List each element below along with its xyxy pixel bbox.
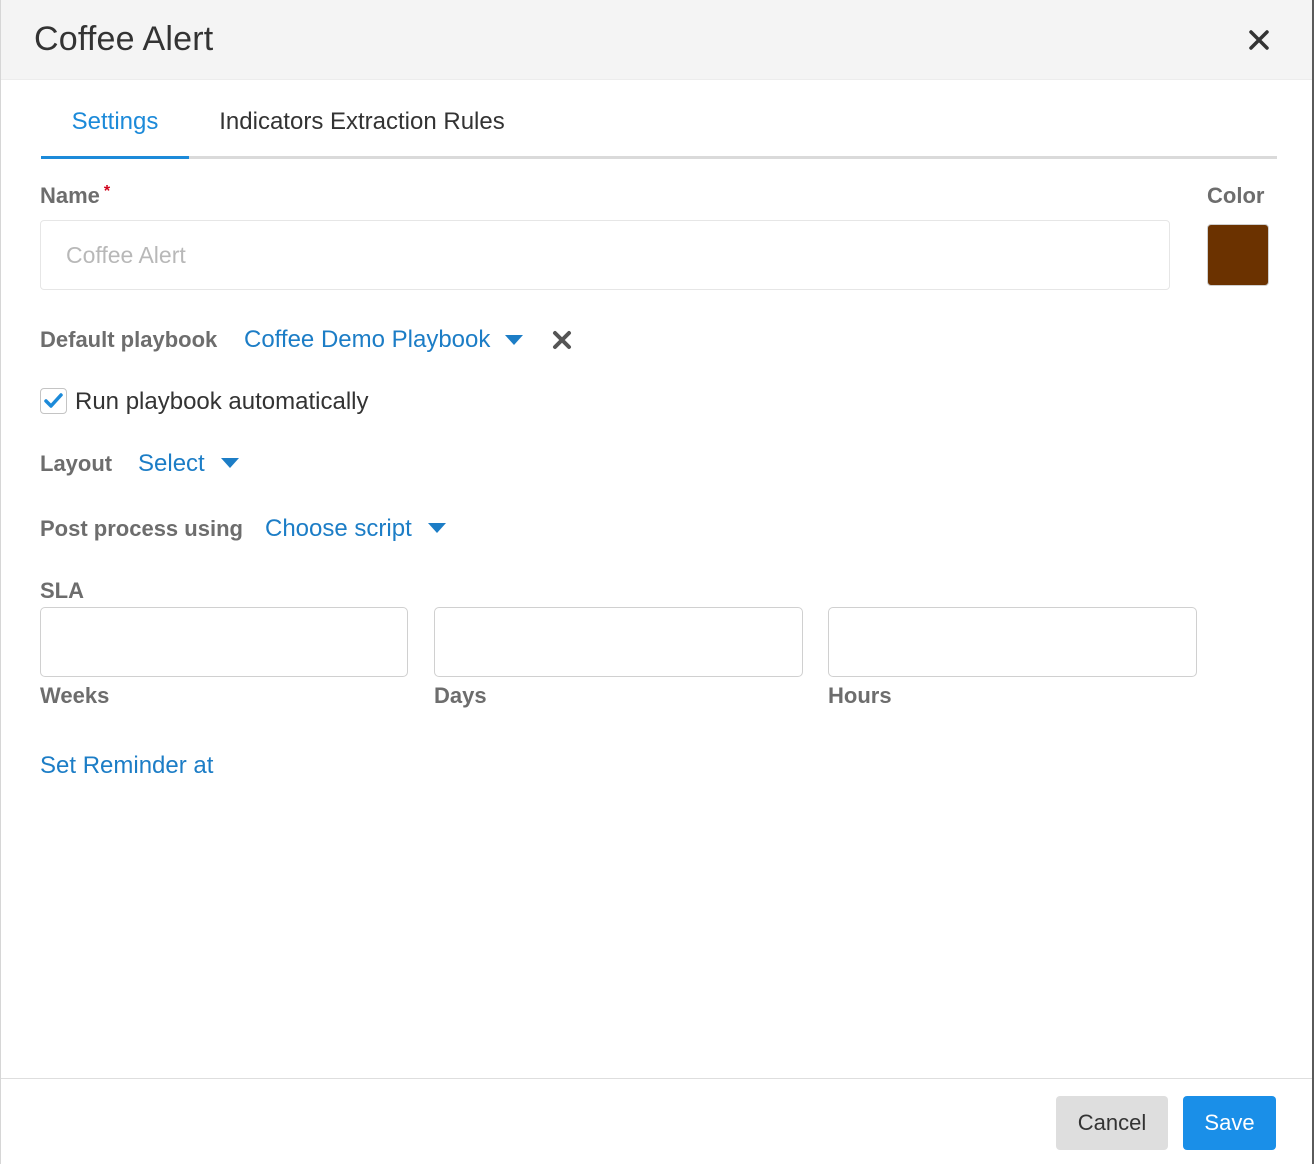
post-process-select[interactable]: Choose script xyxy=(265,515,412,543)
cancel-button[interactable]: Cancel xyxy=(1056,1096,1168,1150)
checkmark-icon xyxy=(44,393,63,408)
dialog-footer: Cancel Save xyxy=(1,1078,1312,1164)
default-playbook-select[interactable]: Coffee Demo Playbook xyxy=(244,326,490,354)
close-icon[interactable] xyxy=(1246,26,1272,54)
sla-hours-label: Hours xyxy=(828,683,892,708)
dropdown-caret-icon[interactable] xyxy=(221,458,239,468)
sla-label: SLA xyxy=(40,578,84,603)
tab-bar: Settings Indicators Extraction Rules xyxy=(41,100,1277,159)
dialog-title: Coffee Alert xyxy=(34,20,214,58)
tab-indicators-extraction-rules[interactable]: Indicators Extraction Rules xyxy=(217,100,507,159)
dialog-header: Coffee Alert xyxy=(1,0,1312,80)
sla-hours-input[interactable] xyxy=(828,607,1197,677)
run-automatically-checkbox[interactable] xyxy=(40,388,67,414)
run-automatically-label[interactable]: Run playbook automatically xyxy=(75,388,369,416)
save-button[interactable]: Save xyxy=(1183,1096,1276,1150)
name-label: Name * xyxy=(40,183,110,209)
incident-type-dialog: Coffee Alert Settings Indicators Extract… xyxy=(0,0,1314,1164)
sla-days-input[interactable] xyxy=(434,607,803,677)
post-process-label: Post process using xyxy=(40,516,243,541)
layout-label: Layout xyxy=(40,451,113,476)
dropdown-caret-icon[interactable] xyxy=(428,523,446,533)
color-label: Color xyxy=(1207,183,1265,208)
layout-select[interactable]: Select xyxy=(138,450,205,478)
name-input[interactable] xyxy=(40,220,1170,290)
clear-icon[interactable] xyxy=(552,330,572,350)
sla-weeks-input[interactable] xyxy=(40,607,408,677)
set-reminder-link[interactable]: Set Reminder at xyxy=(40,752,213,780)
default-playbook-label: Default playbook xyxy=(40,327,218,352)
required-mark: * xyxy=(103,183,111,200)
name-label-text: Name xyxy=(40,183,100,208)
tab-settings[interactable]: Settings xyxy=(41,100,189,159)
color-picker-swatch[interactable] xyxy=(1207,224,1269,286)
sla-days-label: Days xyxy=(434,683,487,708)
sla-weeks-label: Weeks xyxy=(40,683,110,708)
dropdown-caret-icon[interactable] xyxy=(505,335,523,345)
